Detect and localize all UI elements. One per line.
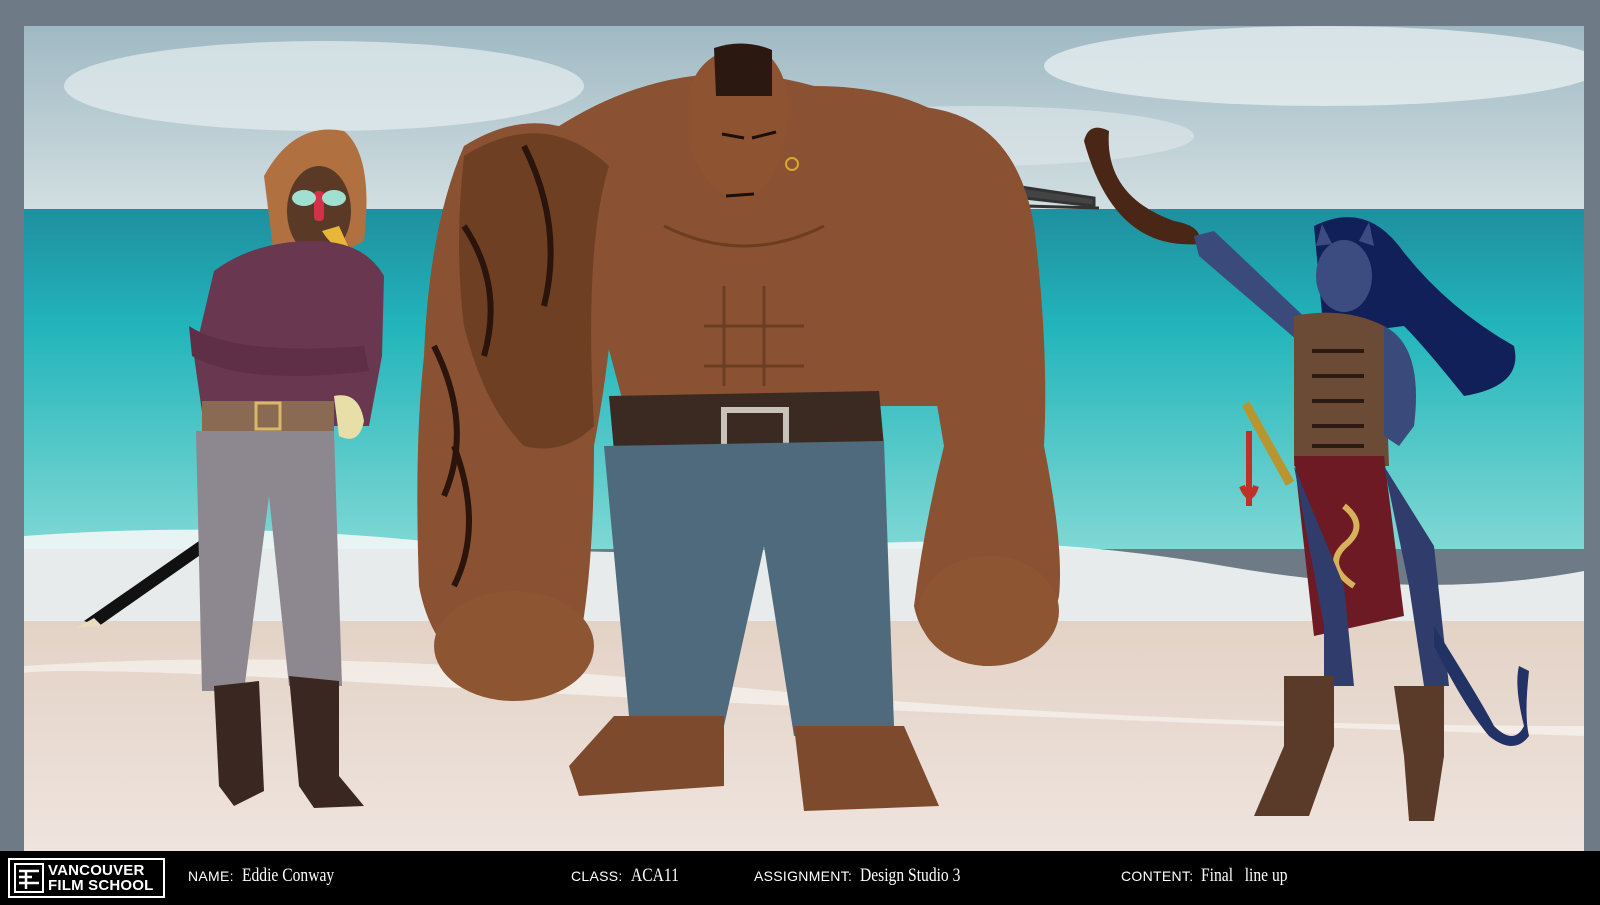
class-value: ACA11 — [630, 865, 679, 886]
content-label: CONTENT: — [1121, 868, 1194, 884]
corset — [1294, 312, 1389, 466]
vfs-logo-icon — [14, 863, 44, 893]
credits-bar: VANCOUVER FILM SCHOOL NAME: Eddie Conway… — [0, 851, 1600, 905]
name-value: Eddie Conway — [241, 865, 335, 886]
content-field: CONTENT: Final line up — [1121, 865, 1307, 887]
cloud — [1044, 26, 1584, 106]
content-value: Final line up — [1201, 865, 1288, 886]
panther-head — [1316, 240, 1372, 312]
name-field: NAME: Eddie Conway — [188, 865, 354, 887]
character-lineup-artwork — [24, 26, 1584, 851]
name-label: NAME: — [188, 868, 234, 884]
logo-text: VANCOUVER FILM SCHOOL — [48, 863, 154, 893]
logo-line-1: VANCOUVER — [48, 862, 145, 879]
assignment-value: Design Studio 3 — [860, 865, 961, 886]
left-fist — [434, 591, 594, 701]
logo-line-2: FILM SCHOOL — [48, 877, 154, 894]
assignment-label: ASSIGNMENT: — [754, 868, 853, 884]
class-label: CLASS: — [571, 868, 623, 884]
mohawk — [714, 43, 772, 96]
page-frame: VANCOUVER FILM SCHOOL NAME: Eddie Conway… — [0, 0, 1600, 905]
assignment-field: ASSIGNMENT: Design Studio 3 — [754, 865, 983, 887]
right-fist — [919, 556, 1059, 666]
left-boot — [214, 681, 264, 806]
vancouver-film-school-logo: VANCOUVER FILM SCHOOL — [8, 858, 165, 898]
artwork-canvas — [24, 26, 1584, 851]
shirt — [194, 241, 384, 426]
class-field: CLASS: ACA11 — [571, 865, 689, 887]
cloud — [64, 41, 584, 131]
belt — [202, 401, 334, 431]
